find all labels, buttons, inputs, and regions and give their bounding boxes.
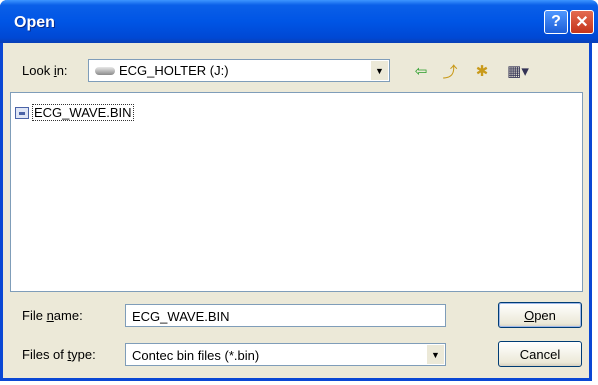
file-name-value: ECG_WAVE.BIN: [132, 309, 230, 324]
file-name: ECG_WAVE.BIN: [32, 104, 134, 121]
open-button-label: pen: [534, 307, 556, 323]
look-in-label: Look in:: [22, 63, 68, 78]
files-of-type-label-post: ype:: [71, 347, 96, 362]
help-icon: ?: [551, 13, 561, 30]
cancel-button[interactable]: Cancel: [498, 341, 582, 367]
create-new-folder-button[interactable]: ✱: [471, 60, 493, 82]
files-of-type-dropdown[interactable]: Contec bin files (*.bin) ▼: [125, 343, 446, 366]
chevron-down-icon[interactable]: ▼: [370, 61, 388, 80]
files-of-type-label-pre: Files of: [22, 347, 68, 362]
up-folder-icon: ⤴: [442, 63, 458, 81]
dialog-title: Open: [14, 14, 55, 31]
file-name-label: File name:: [22, 308, 83, 323]
new-folder-icon: ✱: [475, 63, 489, 80]
file-name-input[interactable]: ECG_WAVE.BIN: [125, 304, 446, 327]
close-button[interactable]: ✕: [570, 10, 594, 34]
list-item[interactable]: ECG_WAVE.BIN: [15, 104, 134, 121]
view-menu-icon: ▦▾: [507, 63, 529, 80]
drive-icon: [95, 67, 115, 75]
title-bar[interactable]: Open ? ✕: [0, 0, 598, 43]
back-button[interactable]: ⇦: [410, 60, 432, 82]
files-of-type-label: Files of type:: [22, 347, 96, 362]
open-button[interactable]: Open: [498, 302, 582, 328]
open-button-accel: O: [524, 307, 535, 323]
look-in-dropdown[interactable]: ECG_HOLTER (J:) ▼: [88, 59, 390, 82]
cancel-button-label: Cancel: [519, 346, 561, 362]
files-of-type-value: Contec bin files (*.bin): [132, 348, 260, 363]
chevron-down-icon[interactable]: ▼: [426, 345, 444, 364]
help-button[interactable]: ?: [544, 10, 568, 34]
file-name-label-pre: File: [22, 308, 47, 323]
file-list[interactable]: [10, 92, 583, 292]
look-in-label-pre: Look: [22, 63, 54, 78]
close-icon: ✕: [575, 14, 589, 31]
back-arrow-icon: ⇦: [414, 63, 428, 80]
look-in-value: ECG_HOLTER (J:): [119, 63, 229, 78]
look-in-label-post: n:: [56, 63, 68, 78]
bin-file-icon: [15, 106, 29, 119]
file-name-label-accel: n: [46, 308, 54, 323]
view-menu-button[interactable]: ▦▾: [502, 60, 534, 82]
file-name-label-post: ame:: [53, 308, 83, 323]
up-one-level-button[interactable]: ⤴: [439, 60, 461, 82]
